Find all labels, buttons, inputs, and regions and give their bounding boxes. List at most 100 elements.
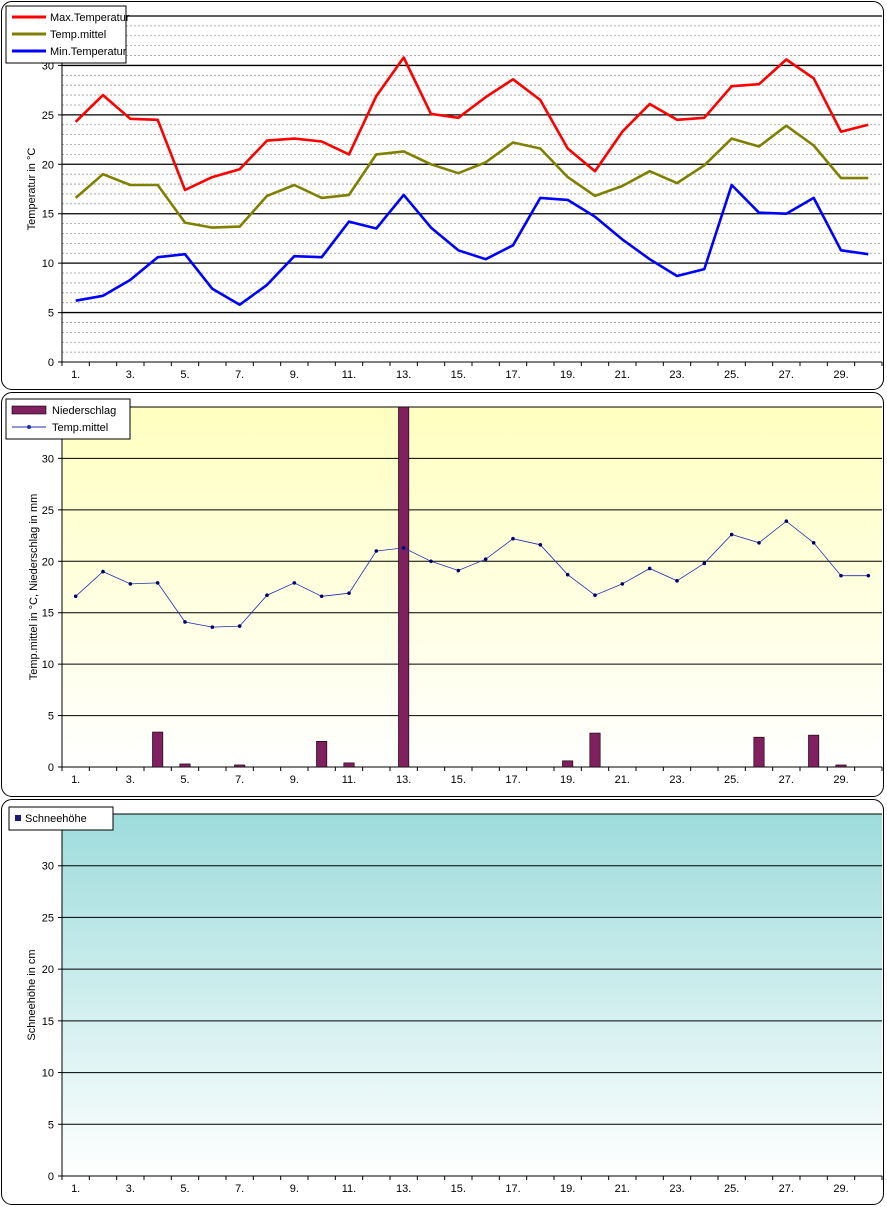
y-axis-label: Schneehöhe in cm [26, 949, 38, 1040]
snow-chart: 0 5 10 15 20 25 30 1. 3. 5. 7. 9. 11. 13. 15. 17. 19. 21.… [8, 806, 883, 1195]
y-tick-label: 20 [42, 556, 54, 568]
mean-temperature-point [565, 572, 570, 577]
x-tick-label: 11. [342, 369, 356, 381]
mean-temperature-point [538, 543, 543, 547]
x-tick-label: 29. [833, 1183, 848, 1195]
y-tick-label: 20 [42, 964, 54, 976]
y-tick-label: 0 [48, 1171, 54, 1183]
mean-temperature-point [128, 582, 133, 586]
mean-temperature-point [729, 532, 734, 537]
mean-temperature-point [292, 581, 297, 585]
x-tick-label: 3. [126, 1183, 135, 1195]
precipitation-chart: 0 5 10 15 20 25 30 1. 3. 5. 7. 9. 11. 13. 15. 17. 19. 21.… [5, 398, 883, 786]
precipitation-bar [753, 736, 765, 768]
x-tick-label: 5. [180, 1183, 189, 1195]
precipitation-bar [152, 731, 164, 768]
legend-swatch [11, 405, 47, 415]
x-tick-label: 21. [615, 1183, 630, 1195]
x-tick-label: 9. [290, 774, 299, 786]
mean-temperature-point [73, 594, 78, 599]
x-tick-label: 5. [180, 774, 189, 786]
y-tick-label: 0 [48, 357, 54, 369]
mean-temperature-point [839, 573, 843, 578]
precipitation-bar [343, 762, 355, 768]
x-tick-label: 17. [505, 1183, 520, 1195]
y-tick-label: 10 [42, 659, 54, 671]
x-tick-label: 13. [396, 774, 411, 786]
y-tick-label: 15 [42, 1016, 54, 1028]
legend-marker [27, 425, 31, 429]
x-tick-label: 25. [724, 369, 739, 381]
x-tick-label: 1. [71, 774, 80, 786]
precipitation-bar [234, 764, 246, 768]
mean-temperature-point [811, 540, 816, 545]
y-tick-label: 5 [48, 1119, 54, 1131]
legend-label: Temp.mittel [52, 422, 108, 434]
y-tick-label: 15 [42, 608, 54, 620]
x-tick-label: 21. [615, 369, 630, 381]
y-tick-label: 0 [48, 762, 54, 774]
x-tick-label: 5. [180, 369, 189, 381]
plot-area [62, 814, 882, 1176]
mean-temperature-point [101, 569, 105, 574]
precipitation-bar [835, 764, 847, 768]
precipitation-bar [562, 760, 574, 768]
plot-area [62, 407, 882, 767]
x-tick-label: 7. [235, 1183, 244, 1195]
mean-temperature-point [647, 566, 652, 571]
mean-temperature-point [483, 557, 488, 562]
mean-temperature-point [155, 581, 160, 585]
x-tick-label: 9. [290, 1183, 299, 1195]
mean-temperature-point [210, 625, 215, 629]
x-tick-label: 3. [126, 774, 135, 786]
x-tick-label: 3. [126, 369, 135, 381]
x-tick-label: 19. [560, 1183, 575, 1195]
legend-swatch [15, 815, 21, 821]
x-tick-label: 23. [669, 369, 684, 381]
mean-temperature-point [319, 594, 324, 599]
mean-temperature-point [757, 540, 761, 545]
mean-temperature-point [784, 519, 789, 523]
x-tick-label: 23. [669, 774, 684, 786]
x-tick-label: 29. [833, 369, 848, 381]
mean-temperature-point [237, 624, 242, 628]
snow-chart-panel: 0 5 10 15 20 25 30 1. 3. 5. 7. 9. 11. 13. 15. 17. 19. 21.… [1, 799, 884, 1205]
mean-temperature-point [374, 549, 379, 553]
y-tick-label: 25 [42, 505, 54, 517]
x-tick-label: 27. [779, 774, 794, 786]
mean-temperature-point [620, 582, 625, 586]
legend-label: Temp.mittel [50, 29, 106, 41]
y-tick-label: 15 [42, 209, 54, 221]
x-tick-label: 27. [779, 1183, 794, 1195]
y-tick-label: 30 [42, 861, 54, 873]
y-tick-label: 25 [42, 110, 54, 122]
x-tick-label: 19. [560, 369, 575, 381]
y-tick-label: 20 [42, 159, 54, 171]
x-tick-label: 17. [505, 369, 520, 381]
precipitation-bar [589, 732, 601, 768]
x-tick-label: 23. [669, 1183, 684, 1195]
legend-label: Schneehöhe [25, 813, 87, 825]
y-axis-label: Temperatur in °C [26, 148, 38, 231]
mean-temperature-point [456, 568, 461, 573]
precipitation-bar [179, 763, 191, 768]
mean-temperature-point [183, 620, 187, 624]
precipitation-bar [316, 740, 328, 768]
y-tick-label: 5 [48, 711, 54, 723]
mean-temperature-point [347, 591, 351, 595]
precipitation-bar [398, 406, 410, 768]
legend-label: Niederschlag [52, 405, 116, 417]
mean-temperature-point [702, 561, 707, 566]
x-tick-label: 25. [724, 774, 739, 786]
mean-temperature-point [675, 579, 679, 583]
y-tick-label: 5 [48, 308, 54, 320]
mean-temperature-point [265, 593, 269, 598]
x-tick-label: 13. [396, 1183, 411, 1195]
mean-temperature-point [401, 546, 406, 550]
y-tick-label: 10 [42, 258, 54, 270]
y-tick-label: 25 [42, 912, 54, 924]
x-tick-label: 1. [71, 1183, 80, 1195]
x-tick-label: 21. [615, 774, 630, 786]
x-tick-label: 11. [342, 1183, 356, 1195]
x-tick-label: 27. [779, 369, 794, 381]
